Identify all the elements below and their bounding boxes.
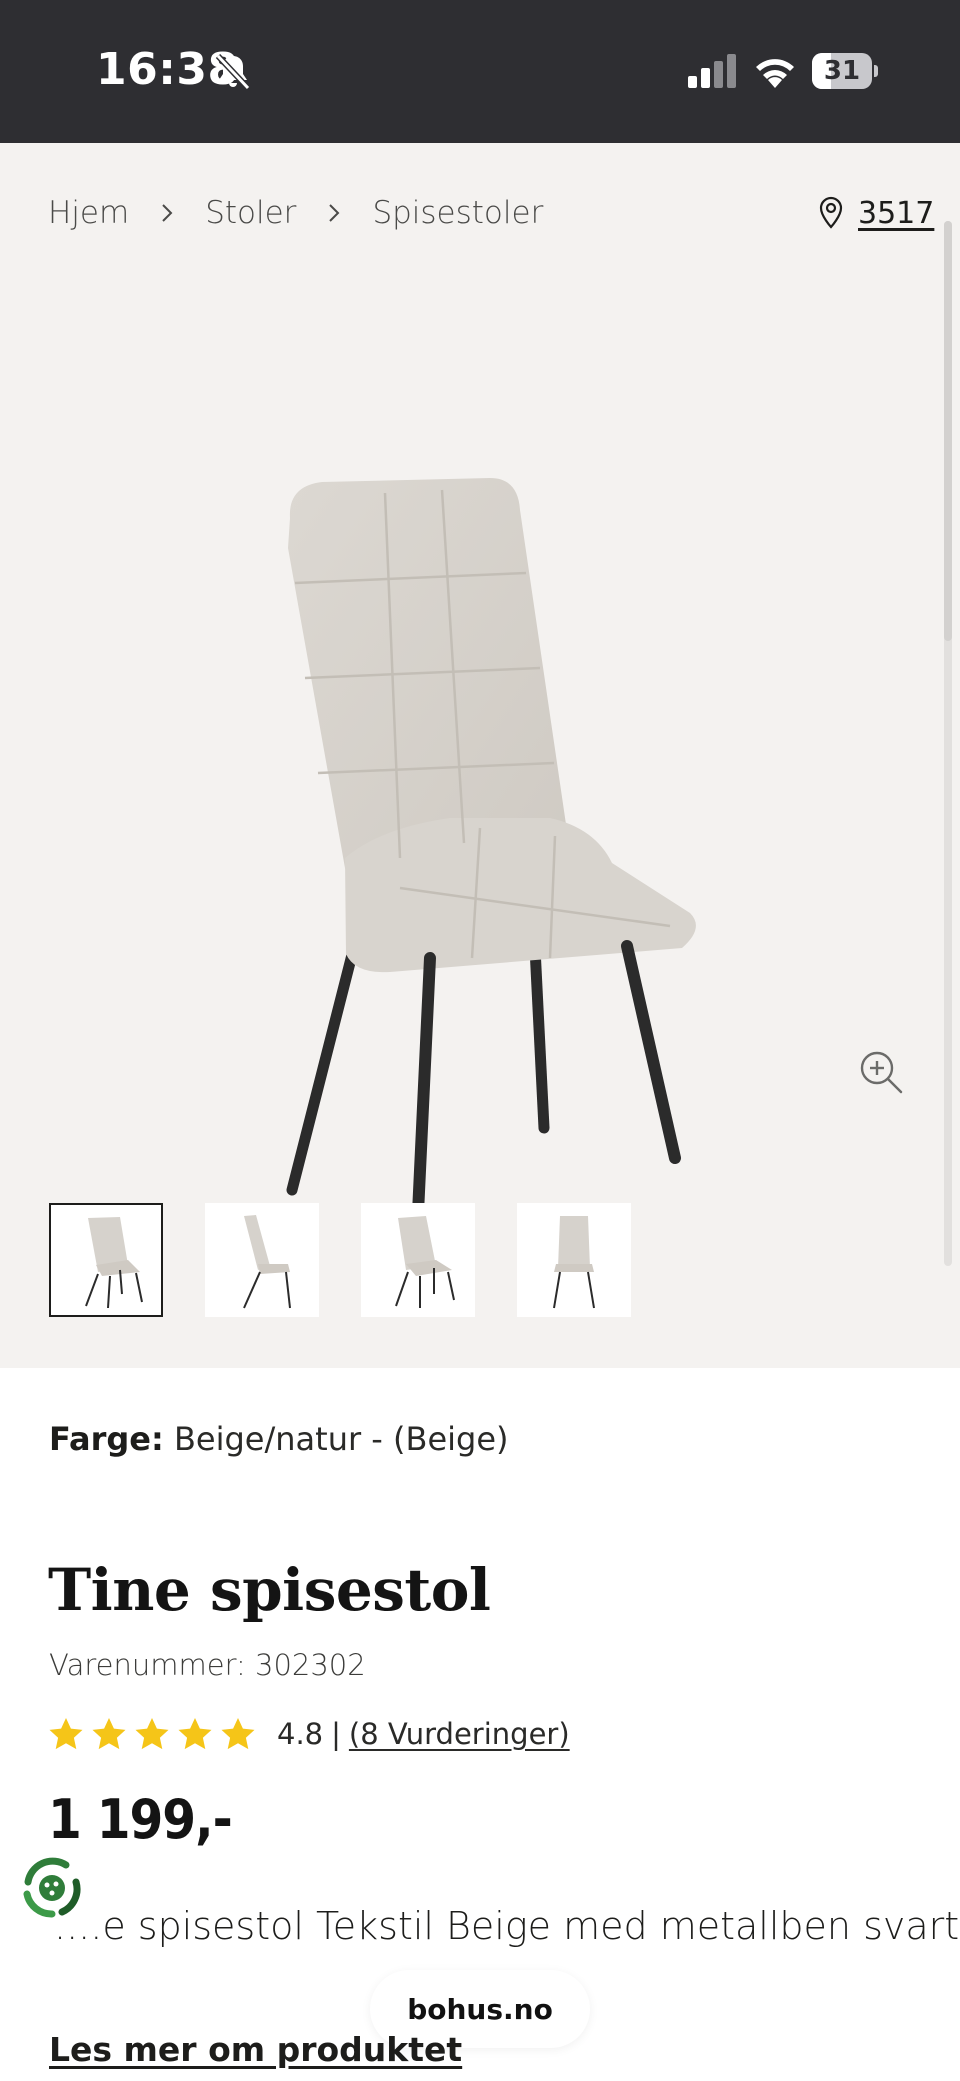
star-icon bbox=[178, 1718, 212, 1750]
browser-url[interactable]: bohus.no bbox=[407, 1993, 553, 2026]
color-label: Farge: bbox=[49, 1420, 164, 1458]
signal-icon bbox=[688, 54, 736, 88]
chevron-right-icon bbox=[329, 204, 340, 222]
product-sku: Varenummer: 302302 bbox=[49, 1648, 366, 1682]
breadcrumb-chairs[interactable]: Stoler bbox=[205, 195, 296, 231]
color-value: Beige/natur - (Beige) bbox=[173, 1420, 509, 1458]
battery-cap bbox=[874, 65, 878, 77]
breadcrumb-dining-chairs[interactable]: Spisestoler bbox=[372, 195, 543, 231]
rating-summary[interactable]: 4.8 | (8 Vurderinger) bbox=[48, 1712, 570, 1756]
thumbnail-angle[interactable] bbox=[361, 1203, 475, 1317]
rating-value: 4.8 bbox=[277, 1717, 324, 1751]
breadcrumb: Hjem Stoler Spisestoler bbox=[48, 191, 543, 235]
zoom-in-icon[interactable] bbox=[858, 1049, 904, 1095]
thumbnail-front[interactable] bbox=[49, 1203, 163, 1317]
reviews-link[interactable]: (8 Vurderinger) bbox=[349, 1717, 570, 1751]
store-selector[interactable]: 3517 bbox=[818, 191, 934, 235]
star-icon bbox=[221, 1718, 255, 1750]
battery-indicator: 31 bbox=[812, 53, 878, 89]
read-more-link[interactable]: Les mer om produktet bbox=[49, 2030, 462, 2069]
chevron-right-icon bbox=[162, 204, 173, 222]
bell-muted-icon bbox=[215, 53, 251, 91]
scrollbar-thumb[interactable] bbox=[944, 221, 952, 641]
thumbnail-side[interactable] bbox=[205, 1203, 319, 1317]
gallery-scrollbar[interactable] bbox=[944, 221, 952, 1266]
product-price: 1 199,- bbox=[48, 1788, 233, 1851]
color-selection: Farge: Beige/natur - (Beige) bbox=[49, 1420, 509, 1458]
chair-thumbnail-image bbox=[553, 1216, 595, 1309]
thumbnail-back[interactable] bbox=[517, 1203, 631, 1317]
product-description: ....e spisestol Tekstil Beige med metall… bbox=[54, 1904, 960, 1948]
wifi-icon bbox=[756, 59, 794, 88]
chair-thumbnail-image bbox=[85, 1217, 143, 1309]
star-icon bbox=[135, 1718, 169, 1750]
chair-thumbnail-image bbox=[243, 1215, 291, 1309]
product-main-image[interactable] bbox=[250, 358, 710, 1218]
star-icon bbox=[49, 1718, 83, 1750]
breadcrumb-home[interactable]: Hjem bbox=[48, 195, 129, 231]
star-icon bbox=[92, 1718, 126, 1750]
location-pin-icon bbox=[819, 196, 843, 229]
star-rating bbox=[48, 1716, 263, 1752]
thumbnail-strip bbox=[49, 1203, 673, 1319]
rating-separator: | bbox=[331, 1717, 341, 1751]
chair-thumbnail-image bbox=[395, 1216, 455, 1308]
product-gallery: Hjem Stoler Spisestoler 3517 bbox=[0, 143, 960, 1368]
battery-level: 31 bbox=[823, 56, 861, 86]
status-bar: 16:38 31 bbox=[0, 0, 960, 143]
store-number-link[interactable]: 3517 bbox=[858, 196, 934, 231]
product-title: Tine spisestol bbox=[48, 1556, 491, 1624]
